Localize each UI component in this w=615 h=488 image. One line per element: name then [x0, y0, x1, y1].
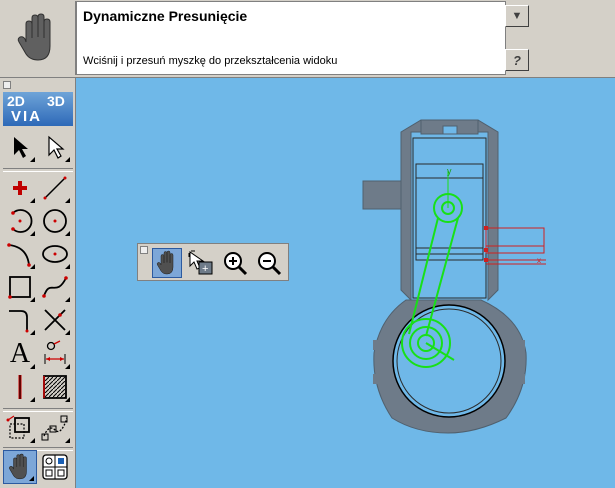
line-tool[interactable]: [38, 171, 72, 205]
line-icon: [43, 176, 67, 200]
command-info-panel: Dynamiczne Presunięcie Wciśnij i przesuń…: [76, 1, 506, 75]
toolbar-grip[interactable]: [140, 246, 148, 254]
current-command-icon: [1, 1, 76, 75]
zoom-window-icon: +: [188, 250, 213, 275]
hatch-tool[interactable]: [38, 370, 72, 404]
zoom-window-button[interactable]: +: [186, 248, 216, 278]
drawing-canvas[interactable]: y x: [76, 78, 615, 488]
logo-3d-text: 3D: [47, 93, 65, 109]
arrow-outline-icon: [48, 135, 65, 159]
axis-y-label: y: [447, 166, 452, 176]
command-title: Dynamiczne Presunięcie: [83, 8, 248, 24]
axis-x-label: x: [537, 256, 541, 265]
point-tool[interactable]: [3, 171, 37, 205]
view-toolbar: +: [137, 243, 289, 281]
circle-tool[interactable]: [38, 204, 72, 238]
text-a-icon: A: [9, 338, 31, 369]
logo-via-text: VIA: [11, 108, 43, 125]
ellipse-tool[interactable]: [38, 237, 72, 271]
zoom-in-button[interactable]: [220, 248, 250, 278]
pan-button[interactable]: [152, 248, 182, 278]
header-empty-area: [530, 1, 614, 75]
palette-grip[interactable]: [3, 81, 11, 89]
select-tool[interactable]: [3, 130, 37, 164]
views-tool[interactable]: [38, 450, 72, 484]
offset-tool[interactable]: [3, 411, 37, 445]
arc-tool[interactable]: [3, 204, 37, 238]
command-hint: Wciśnij i przesuń myszkę do przekształce…: [83, 55, 338, 67]
hand-icon: [156, 250, 174, 275]
spline-tool[interactable]: [38, 270, 72, 304]
view-layout-icon: [42, 454, 68, 480]
arc-tangent-tool[interactable]: [3, 237, 37, 271]
zoom-out-button[interactable]: [254, 248, 284, 278]
fillet-tool[interactable]: [3, 303, 37, 337]
tool-palette: 2D 3D VIA A: [0, 78, 76, 488]
arrow-pointer-icon: [14, 137, 28, 158]
chain-offset-tool[interactable]: [38, 411, 72, 445]
axis-tool[interactable]: [3, 370, 37, 404]
ellipse-icon: [42, 245, 68, 263]
svg-text:+: +: [202, 263, 208, 275]
zoom-out-icon: [258, 252, 282, 276]
trim-tool[interactable]: [38, 303, 72, 337]
point-plus-icon: [13, 181, 27, 195]
text-tool[interactable]: A: [3, 337, 37, 371]
zoom-in-icon: [224, 252, 248, 276]
command-header: Dynamiczne Presunięcie Wciśnij i przesuń…: [0, 0, 615, 78]
dropdown-button[interactable]: ▼: [505, 5, 529, 27]
triangle-down-icon: ▼: [511, 10, 523, 22]
question-mark-icon: ?: [513, 52, 521, 68]
engine-drawing: y x: [362, 119, 546, 434]
select-outline-tool[interactable]: [38, 130, 72, 164]
pan-tool[interactable]: [3, 450, 37, 484]
logo-2d-text: 2D: [7, 93, 25, 109]
logo-2d3d-via: 2D 3D VIA: [3, 92, 73, 126]
help-button[interactable]: ?: [505, 49, 529, 71]
dimension-tool[interactable]: [38, 337, 72, 371]
hand-icon: [17, 13, 51, 61]
rectangle-tool[interactable]: [3, 270, 37, 304]
